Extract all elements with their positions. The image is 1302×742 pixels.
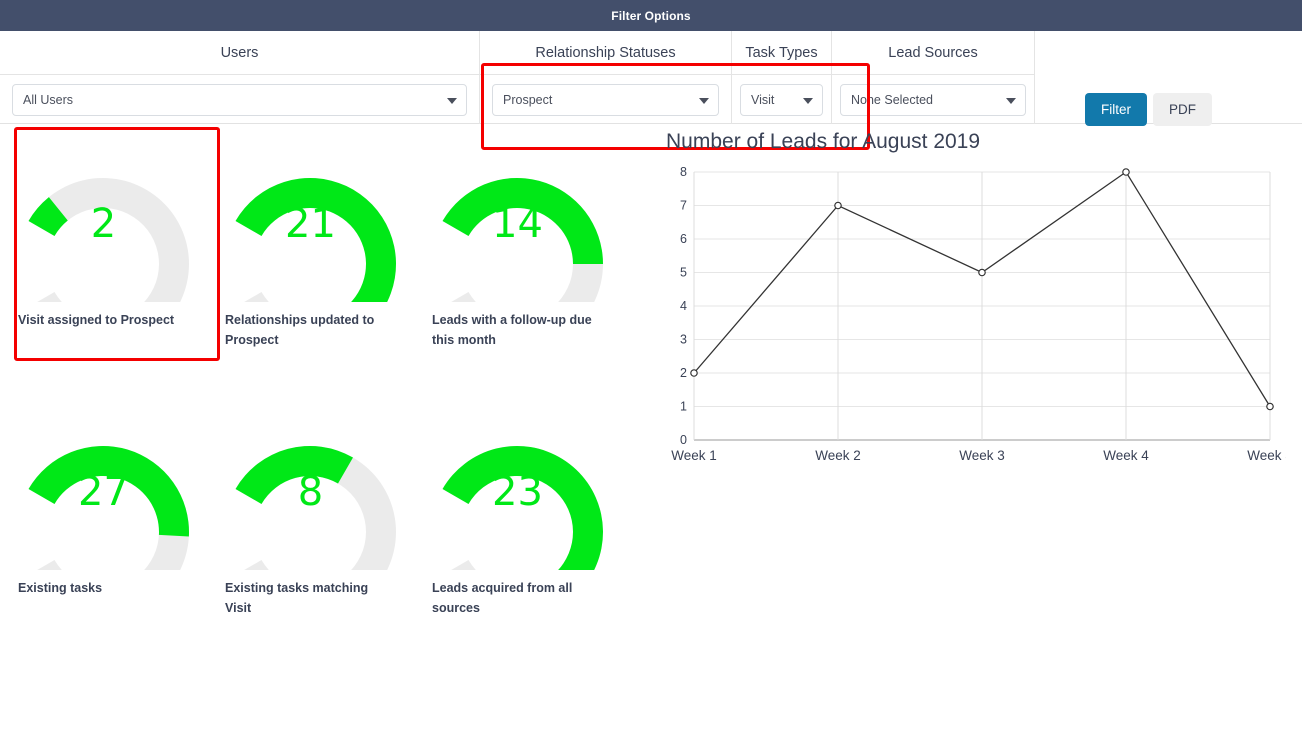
filter-panel: Users All Users Relationship Statuses Pr… — [0, 31, 1302, 124]
gauges-panel: 2 Visit assigned to Prospect 21 Relationshi… — [0, 124, 650, 741]
task-types-select-value: Visit — [751, 93, 774, 107]
line-chart-svg: 0 1 2 3 4 5 6 7 8 Week 1 Week 2 Week 3 Week 4 Week 5 — [666, 162, 1286, 472]
filter-label-task-types: Task Types — [732, 31, 831, 75]
chart-data-point[interactable] — [691, 370, 697, 376]
lead-sources-select-value: None Selected — [851, 93, 933, 107]
filter-label-relationship-statuses: Relationship Statuses — [480, 31, 731, 75]
gauge-label: Existing tasks — [0, 578, 207, 598]
pdf-button[interactable]: PDF — [1153, 93, 1212, 126]
chart-panel: Number of Leads for August 2019 0 1 2 3 4 5 6 7… — [650, 124, 1302, 741]
gauge-card: 8 Existing tasks matching Visit — [207, 410, 414, 618]
chart-y-tick-label: 2 — [680, 366, 687, 380]
gauge-value: 23 — [414, 472, 621, 512]
filter-actions: Filter PDF — [1035, 31, 1302, 123]
chart-y-tick-label: 1 — [680, 400, 687, 414]
filter-column-lead-sources: Lead Sources None Selected — [832, 31, 1035, 124]
gauge-grid: 2 Visit assigned to Prospect 21 Relationshi… — [0, 142, 650, 618]
chart-x-tick-label: Week 4 — [1103, 448, 1149, 463]
chevron-down-icon — [447, 98, 457, 104]
gauge-dial: 14 — [414, 142, 621, 302]
chart-y-tick-label: 7 — [680, 199, 687, 213]
gauge-dial: 8 — [207, 410, 414, 570]
gauge-card: 21 Relationships updated to Prospect — [207, 142, 414, 350]
filter-body-lead-sources: None Selected — [832, 75, 1034, 124]
filter-body-relationship-statuses: Prospect — [480, 75, 731, 124]
gauge-label: Leads acquired from all sources — [414, 578, 621, 618]
chart-x-tick-label: Week 5 — [1247, 448, 1286, 463]
gauge-dial: 2 — [0, 142, 207, 302]
gauge-card: 14 Leads with a follow-up due this month — [414, 142, 621, 350]
gauge-value: 2 — [0, 204, 207, 244]
chart-y-tick-label: 5 — [680, 266, 687, 280]
chart-x-tick-label: Week 3 — [959, 448, 1005, 463]
chart-data-point[interactable] — [979, 269, 985, 275]
filter-column-relationship-statuses: Relationship Statuses Prospect — [480, 31, 732, 124]
gauge-label: Relationships updated to Prospect — [207, 310, 414, 350]
gauge-value: 27 — [0, 472, 207, 512]
gauge-card: 2 Visit assigned to Prospect — [0, 142, 207, 350]
filter-body-task-types: Visit — [732, 75, 831, 124]
gauge-label: Existing tasks matching Visit — [207, 578, 414, 618]
chart-y-tick-label: 3 — [680, 333, 687, 347]
gauge-label: Leads with a follow-up due this month — [414, 310, 621, 350]
chart-y-tick-label: 0 — [680, 433, 687, 447]
gauge-card: 27 Existing tasks — [0, 410, 207, 618]
chart-x-tick-label: Week 1 — [671, 448, 717, 463]
relationship-statuses-select-value: Prospect — [503, 93, 552, 107]
main-content: 2Visit assigned to Prospect21Relationshi… — [0, 124, 1302, 741]
gauge-value: 14 — [414, 204, 621, 244]
chart-data-point[interactable] — [1123, 169, 1129, 175]
gauge-dial: 27 — [0, 410, 207, 570]
chart-title: Number of Leads for August 2019 — [666, 130, 1302, 154]
gauge-dial: 23 — [414, 410, 621, 570]
leads-line-chart: 0 1 2 3 4 5 6 7 8 Week 1 Week 2 Week 3 Week 4 Week 5 — [666, 162, 1286, 472]
relationship-statuses-select[interactable]: Prospect — [492, 84, 719, 116]
gauge-value: 21 — [207, 204, 414, 244]
chart-x-tick-label: Week 2 — [815, 448, 861, 463]
filter-column-task-types: Task Types Visit — [732, 31, 832, 124]
filter-column-users: Users All Users — [0, 31, 480, 124]
gauge-card: 23 Leads acquired from all sources — [414, 410, 621, 618]
filter-columns: Users All Users Relationship Statuses Pr… — [0, 31, 1035, 124]
users-select-value: All Users — [23, 93, 73, 107]
window-title-bar: Filter Options — [0, 0, 1302, 31]
filter-body-users: All Users — [0, 75, 479, 124]
gauge-value: 8 — [207, 472, 414, 512]
chart-y-tick-label: 8 — [680, 165, 687, 179]
users-select[interactable]: All Users — [12, 84, 467, 116]
chart-data-point[interactable] — [1267, 403, 1273, 409]
window-title: Filter Options — [611, 9, 690, 23]
task-types-select[interactable]: Visit — [740, 84, 823, 116]
chevron-down-icon — [699, 98, 709, 104]
gauge-label: Visit assigned to Prospect — [0, 310, 207, 330]
filter-label-lead-sources: Lead Sources — [832, 31, 1034, 75]
chart-y-tick-label: 4 — [680, 299, 687, 313]
chevron-down-icon — [1006, 98, 1016, 104]
chevron-down-icon — [803, 98, 813, 104]
gauge-dial: 21 — [207, 142, 414, 302]
lead-sources-select[interactable]: None Selected — [840, 84, 1026, 116]
chart-data-point[interactable] — [835, 202, 841, 208]
filter-button[interactable]: Filter — [1085, 93, 1147, 126]
chart-y-tick-label: 6 — [680, 232, 687, 246]
filter-label-users: Users — [0, 31, 479, 75]
